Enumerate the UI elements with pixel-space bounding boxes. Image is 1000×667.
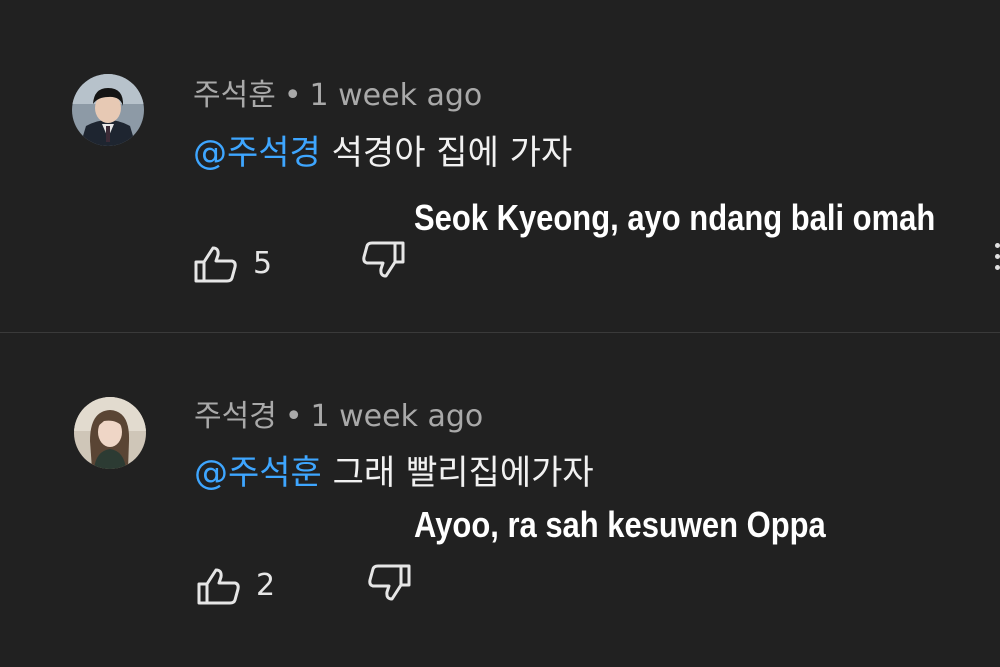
comment-header: 주석경 • 1 week ago [194, 397, 483, 437]
avatar[interactable] [72, 74, 144, 146]
comment-content: 그래 빨리집에가자 [332, 453, 594, 493]
more-dot [995, 265, 1000, 270]
comment-thread-item: 주석경 • 1 week ago @주석훈 그래 빨리집에가자 Ayoo, ra s… [0, 333, 1000, 667]
comment-content: 석경아 집에 가자 [331, 133, 573, 173]
comment-text: @주석훈 그래 빨리집에가자 [194, 450, 594, 496]
translation-caption: Seok Kyeong, ayo ndang bali omah [414, 197, 936, 238]
comment-text: @주석경 석경아 집에 가자 [193, 130, 572, 176]
avatar-boy-uniform-icon [72, 74, 144, 146]
comment-thread-item: 주석훈 • 1 week ago @주석경 석경아 집에 가자 Seok Kyeon… [0, 0, 1000, 332]
avatar[interactable] [74, 397, 146, 469]
thumbs-down-icon [362, 241, 405, 278]
author-name[interactable]: 주석훈 [193, 78, 276, 113]
thumbs-up-icon [194, 246, 237, 283]
comment-header: 주석훈 • 1 week ago [193, 76, 482, 116]
avatar-girl-icon [74, 397, 146, 469]
dislike-button[interactable] [366, 563, 412, 603]
mention-link[interactable]: @주석훈 [194, 453, 322, 493]
more-dot [995, 254, 1000, 259]
mention-link[interactable]: @주석경 [193, 133, 321, 173]
like-count: 2 [256, 568, 276, 603]
thumbs-up-icon [197, 568, 240, 605]
thumbs-down-icon [368, 564, 411, 601]
dislike-button[interactable] [360, 240, 406, 280]
timestamp[interactable]: 1 week ago [310, 78, 483, 113]
translation-caption: Ayoo, ra sah kesuwen Oppa [414, 504, 826, 545]
like-button[interactable]: 2 [196, 566, 275, 606]
separator-dot: • [284, 399, 303, 434]
like-button[interactable]: 5 [193, 244, 272, 284]
timestamp[interactable]: 1 week ago [311, 399, 484, 434]
more-options-icon[interactable] [995, 243, 1000, 270]
like-count: 5 [253, 246, 273, 281]
author-name[interactable]: 주석경 [194, 399, 277, 434]
separator-dot: • [283, 78, 302, 113]
more-dot [995, 243, 1000, 248]
